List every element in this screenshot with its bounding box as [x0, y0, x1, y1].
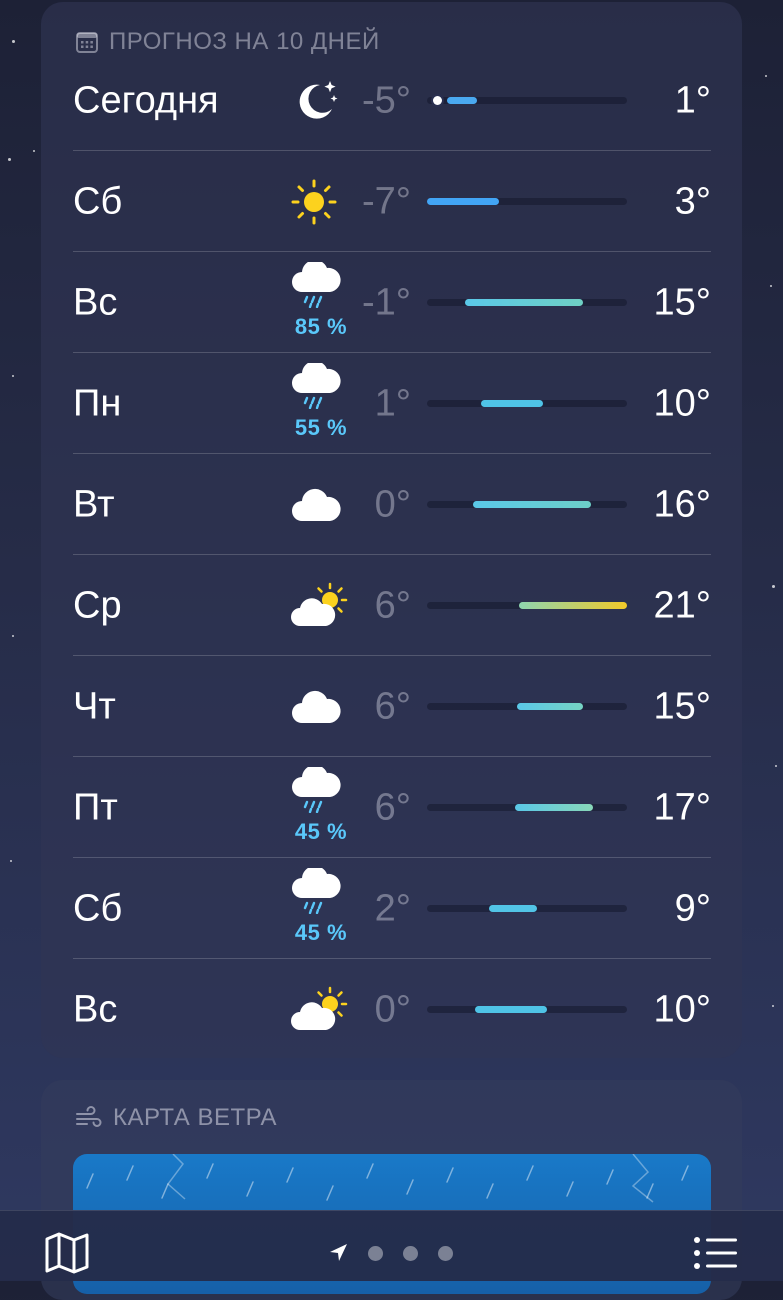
page-indicator[interactable] — [328, 1243, 453, 1263]
temperature-range-bar — [427, 299, 627, 306]
temperature-range-bar — [427, 804, 627, 811]
bottom-toolbar — [0, 1210, 783, 1281]
forecast-row[interactable]: Сегодня -5° 1° — [73, 50, 711, 151]
precipitation-chance: 45 % — [294, 819, 348, 844]
low-temperature: 6° — [374, 685, 411, 727]
high-temperature: 10° — [653, 382, 711, 424]
low-temperature: 0° — [374, 988, 411, 1030]
day-label: Чт — [73, 685, 116, 727]
low-temperature: -1° — [362, 281, 411, 323]
day-label: Сб — [73, 887, 123, 929]
wind-map-header-label: КАРТА ВЕТРА — [113, 1104, 278, 1131]
day-label: Вс — [73, 281, 118, 323]
low-temperature: 1° — [374, 382, 411, 424]
forecast-row[interactable]: Сб -7° 3° — [73, 151, 711, 252]
temperature-range-bar — [427, 501, 627, 508]
list-icon[interactable] — [694, 1237, 738, 1269]
low-temperature: -5° — [362, 79, 411, 121]
temperature-range-bar — [427, 400, 627, 407]
page-dot-icon[interactable] — [403, 1245, 418, 1261]
sun-cloud-icon — [290, 555, 352, 656]
high-temperature: 1° — [674, 79, 711, 121]
cloud-icon — [290, 454, 352, 555]
sun-icon — [290, 151, 352, 252]
map-icon[interactable] — [44, 1231, 90, 1275]
forecast-row[interactable]: Пт 45 % 6° 17° — [73, 757, 711, 858]
temperature-range-fill — [465, 299, 583, 306]
forecast-row[interactable]: Вс 85 % -1° 15° — [73, 252, 711, 353]
temperature-range-fill — [473, 501, 591, 508]
temperature-range-fill — [481, 400, 543, 407]
temperature-range-fill — [519, 602, 627, 609]
low-temperature: 6° — [374, 786, 411, 828]
forecast-row[interactable]: Ср 6° 21° — [73, 555, 711, 656]
ten-day-forecast-card: ПРОГНОЗ НА 10 ДНЕЙ Сегодня -5° 1° Сб -7° 3°… — [41, 2, 742, 1058]
temperature-range-bar — [427, 602, 627, 609]
low-temperature: 2° — [374, 887, 411, 929]
cloud-rain-icon: 55 % — [290, 353, 352, 454]
high-temperature: 15° — [653, 685, 711, 727]
moon-stars-icon — [290, 50, 352, 151]
high-temperature: 9° — [674, 887, 711, 929]
temperature-range-bar — [427, 905, 627, 912]
temperature-range-bar — [427, 703, 627, 710]
cloud-rain-icon: 45 % — [290, 757, 352, 858]
cloud-rain-icon: 85 % — [290, 252, 352, 353]
forecast-row[interactable]: Сб 45 % 2° 9° — [73, 858, 711, 959]
page-dot-icon[interactable] — [368, 1245, 383, 1261]
cloud-rain-icon: 45 % — [290, 858, 352, 959]
day-label: Сегодня — [73, 79, 219, 121]
forecast-row[interactable]: Вт 0° 16° — [73, 454, 711, 555]
forecast-row[interactable]: Вс 0° 10° — [73, 959, 711, 1060]
precipitation-chance: 45 % — [294, 920, 348, 945]
high-temperature: 17° — [653, 786, 711, 828]
day-label: Вт — [73, 483, 115, 525]
temperature-range-fill — [475, 1006, 547, 1013]
current-temperature-dot — [433, 96, 442, 105]
day-label: Пт — [73, 786, 118, 828]
day-label: Ср — [73, 584, 122, 626]
temperature-range-fill — [515, 804, 593, 811]
temperature-range-fill — [447, 97, 477, 104]
precipitation-chance: 55 % — [294, 415, 348, 440]
precipitation-chance: 85 % — [294, 314, 348, 339]
forecast-row[interactable]: Пн 55 % 1° 10° — [73, 353, 711, 454]
day-label: Пн — [73, 382, 122, 424]
page-dot-icon[interactable] — [438, 1245, 453, 1261]
temperature-range-bar — [427, 1006, 627, 1013]
high-temperature: 21° — [653, 584, 711, 626]
sun-cloud-icon — [290, 959, 352, 1060]
low-temperature: -7° — [362, 180, 411, 222]
high-temperature: 3° — [674, 180, 711, 222]
wind-map-header: КАРТА ВЕТРА — [75, 1104, 277, 1132]
high-temperature: 10° — [653, 988, 711, 1030]
wind-icon — [76, 1106, 102, 1127]
high-temperature: 16° — [653, 483, 711, 525]
day-label: Сб — [73, 180, 123, 222]
cloud-icon — [290, 656, 352, 757]
temperature-range-fill — [489, 905, 537, 912]
forecast-row[interactable]: Чт 6° 15° — [73, 656, 711, 757]
location-arrow-icon[interactable] — [328, 1243, 348, 1263]
temperature-range-fill — [427, 198, 499, 205]
temperature-range-bar — [427, 96, 627, 105]
temperature-range-fill — [517, 703, 583, 710]
day-label: Вс — [73, 988, 118, 1030]
low-temperature: 0° — [374, 483, 411, 525]
high-temperature: 15° — [653, 281, 711, 323]
temperature-range-bar — [427, 198, 627, 205]
low-temperature: 6° — [374, 584, 411, 626]
